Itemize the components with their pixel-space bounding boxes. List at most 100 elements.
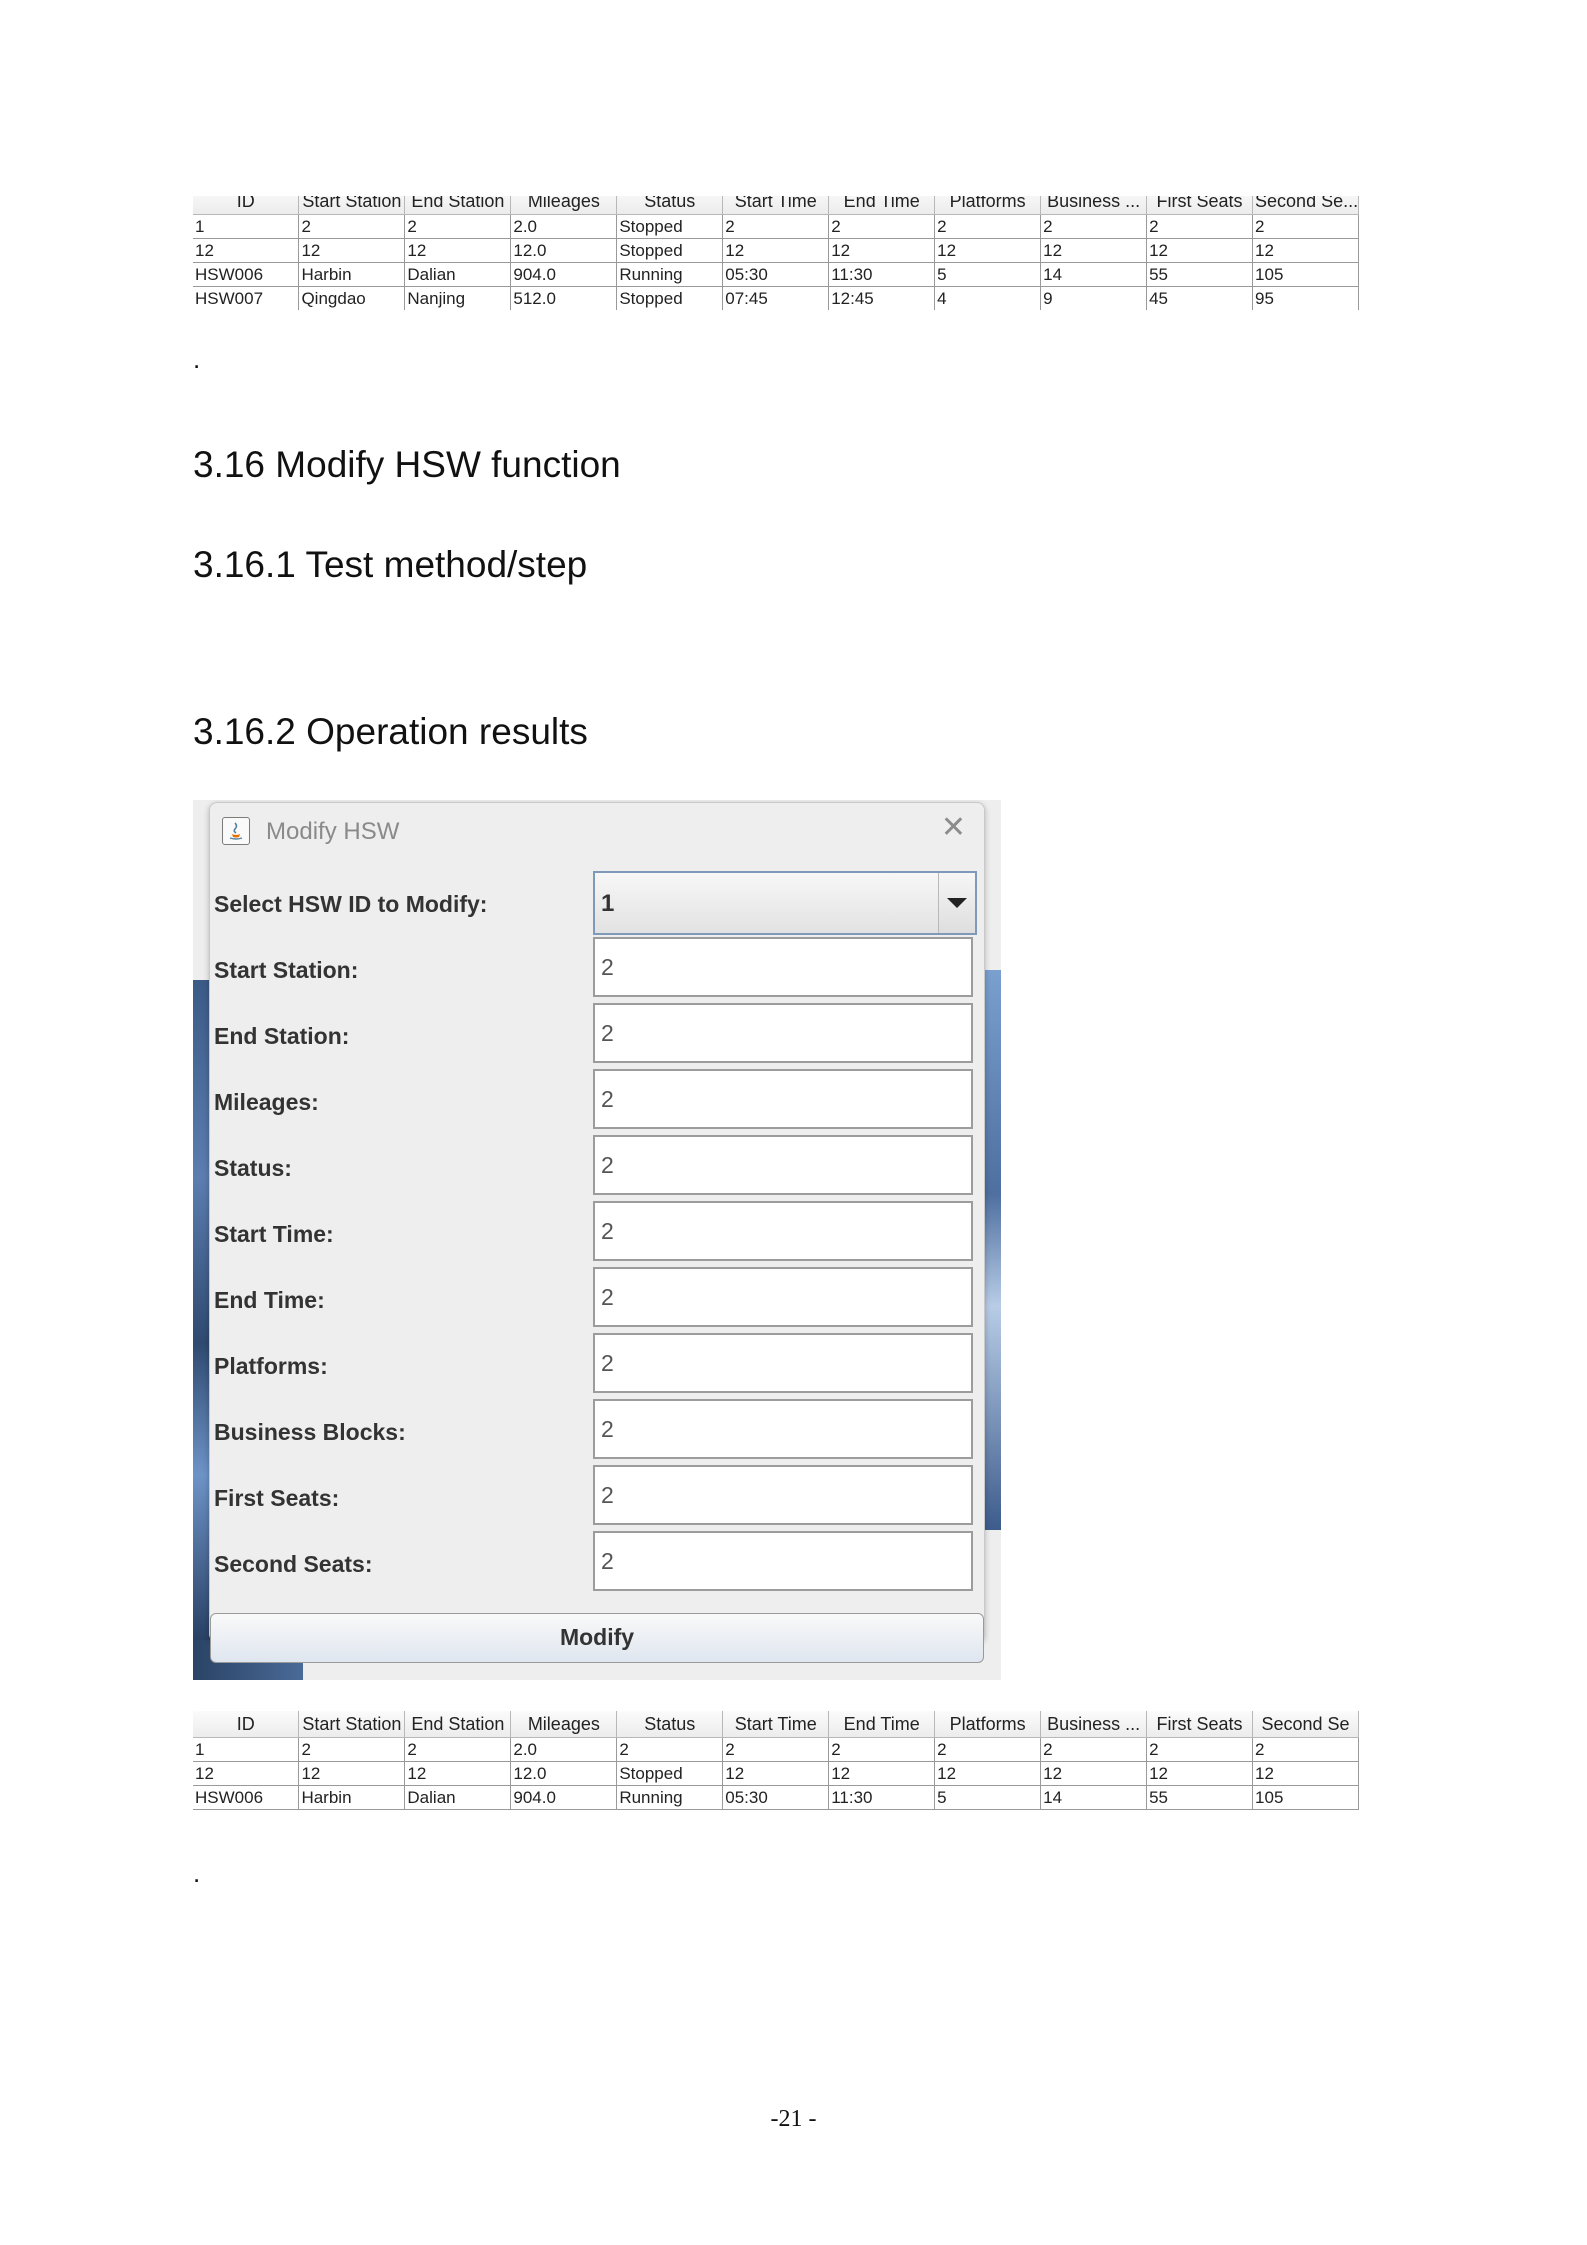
end-station-field[interactable]: 2 [593, 1003, 973, 1063]
table-row[interactable]: 12 12 12 12.0 Stopped 12 12 12 12 12 12 [193, 238, 1359, 263]
table-cell: 12 [1040, 1761, 1148, 1786]
column-header[interactable]: Mileages [510, 196, 618, 215]
table-cell: 07:45 [722, 286, 830, 310]
table-cell: 2 [298, 214, 406, 239]
table-cell: Qingdao [298, 286, 406, 310]
background-window-edge [983, 970, 1001, 1530]
column-header[interactable]: Start Station [298, 1711, 406, 1738]
column-header[interactable]: End Station [404, 1711, 512, 1738]
table-cell: 2 [404, 214, 512, 239]
table-row[interactable]: 1 2 2 2.0 Stopped 2 2 2 2 2 2 [193, 214, 1359, 239]
column-header[interactable]: ID [193, 1711, 300, 1738]
column-header[interactable]: First Seats [1146, 1711, 1254, 1738]
business-blocks-field[interactable]: 2 [593, 1399, 973, 1459]
column-header[interactable]: Business ... [1040, 1711, 1148, 1738]
column-header[interactable]: End Station [404, 196, 512, 215]
table-cell: 4 [934, 286, 1042, 310]
column-header[interactable]: Platforms [934, 1711, 1042, 1738]
start-time-field[interactable]: 2 [593, 1201, 973, 1261]
table-cell: 12 [193, 238, 300, 263]
column-header[interactable]: First Seats [1146, 196, 1254, 215]
table-cell: Stopped [616, 238, 724, 263]
column-header[interactable]: ID [193, 196, 300, 215]
table-row[interactable]: 1 2 2 2.0 2 2 2 2 2 2 2 [193, 1737, 1359, 1762]
hsw-id-select[interactable]: 1 [593, 871, 977, 935]
table-row[interactable]: HSW006 Harbin Dalian 904.0 Running 05:30… [193, 262, 1359, 287]
table-cell: Harbin [298, 1785, 406, 1810]
table-cell: 12.0 [510, 238, 618, 263]
field-label: First Seats: [214, 1485, 340, 1511]
table-cell: 12 [1252, 238, 1359, 263]
paragraph-dot: . [193, 344, 201, 374]
table-cell: 2 [722, 214, 830, 239]
table-cell: 2 [1252, 1737, 1359, 1762]
paragraph-dot: . [193, 1858, 201, 1888]
table-cell: 12 [934, 1761, 1042, 1786]
java-app-icon [222, 817, 250, 845]
table-row[interactable]: 12 12 12 12.0 Stopped 12 12 12 12 12 12 [193, 1761, 1359, 1786]
table-cell: 11:30 [828, 262, 936, 287]
close-icon[interactable]: ✕ [941, 813, 966, 843]
column-header[interactable]: Second Se [1252, 1711, 1359, 1738]
table-cell: 55 [1146, 1785, 1254, 1810]
page-number: -21 - [770, 2106, 817, 2132]
column-header[interactable]: Mileages [510, 1711, 618, 1738]
dialog-titlebar[interactable]: Modify HSW ✕ [210, 803, 984, 859]
table-cell: Dalian [404, 1785, 512, 1810]
table-cell: 12 [193, 1761, 300, 1786]
table-cell: 12 [722, 1761, 830, 1786]
table-row[interactable]: HSW006 Harbin Dalian 904.0 Running 05:30… [193, 1785, 1359, 1810]
chevron-down-icon[interactable] [938, 873, 975, 933]
table-cell: 55 [1146, 262, 1254, 287]
form-row-second-seats: Second Seats: 2 [210, 1531, 984, 1597]
status-field[interactable]: 2 [593, 1135, 973, 1195]
table-cell: 14 [1040, 262, 1148, 287]
table-cell: 12.0 [510, 1761, 618, 1786]
column-header[interactable]: End Time [828, 1711, 936, 1738]
form-row-status: Status: 2 [210, 1135, 984, 1201]
table-cell: 2 [1146, 214, 1254, 239]
column-header[interactable]: Business ... [1040, 196, 1148, 215]
field-label: Business Blocks: [214, 1419, 406, 1445]
mileages-field[interactable]: 2 [593, 1069, 973, 1129]
platforms-field[interactable]: 2 [593, 1333, 973, 1393]
end-time-field[interactable]: 2 [593, 1267, 973, 1327]
column-header[interactable]: Status [616, 196, 724, 215]
table-header-row: ID Start Station End Station Mileages St… [193, 196, 1359, 215]
table-cell: 2 [828, 214, 936, 239]
table-cell: HSW006 [193, 1785, 300, 1810]
table-cell: 12 [828, 1761, 936, 1786]
table-cell: 14 [1040, 1785, 1148, 1810]
table-cell: 2 [404, 1737, 512, 1762]
field-label: Start Station: [214, 957, 359, 983]
column-header[interactable]: Status [616, 1711, 724, 1738]
column-header[interactable]: End Time [828, 196, 936, 215]
column-header[interactable]: Second Se... [1252, 196, 1359, 215]
form-row-business-blocks: Business Blocks: 2 [210, 1399, 984, 1465]
table-cell: 2.0 [510, 214, 618, 239]
table-cell: 12 [934, 238, 1042, 263]
hsw-table-before: ID Start Station End Station Mileages St… [193, 196, 1359, 310]
form-row-start-time: Start Time: 2 [210, 1201, 984, 1267]
table-cell: 2 [1040, 1737, 1148, 1762]
column-header[interactable]: Start Time [722, 1711, 830, 1738]
table-cell: 5 [934, 262, 1042, 287]
table-cell: 12 [404, 1761, 512, 1786]
table-cell: 2 [722, 1737, 830, 1762]
table-cell: 12 [1146, 238, 1254, 263]
table-cell: 12 [1040, 238, 1148, 263]
start-station-field[interactable]: 2 [593, 937, 973, 997]
column-header[interactable]: Start Time [722, 196, 830, 215]
field-label: Status: [214, 1155, 292, 1181]
table-cell: 45 [1146, 286, 1254, 310]
modify-button[interactable]: Modify [210, 1613, 984, 1663]
first-seats-field[interactable]: 2 [593, 1465, 973, 1525]
table-row[interactable]: HSW007 Qingdao Nanjing 512.0 Stopped 07:… [193, 286, 1359, 310]
form-row-end-station: End Station: 2 [210, 1003, 984, 1069]
column-header[interactable]: Start Station [298, 196, 406, 215]
table-cell: 2 [1146, 1737, 1254, 1762]
column-header[interactable]: Platforms [934, 196, 1042, 215]
table-header-row: ID Start Station End Station Mileages St… [193, 1711, 1359, 1738]
selected-hsw-id: 1 [601, 890, 615, 917]
second-seats-field[interactable]: 2 [593, 1531, 973, 1591]
